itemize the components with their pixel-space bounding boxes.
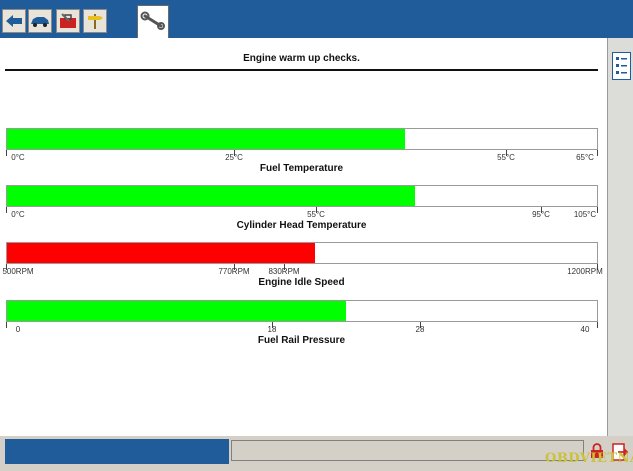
gauge-bar bbox=[6, 128, 598, 150]
gauge-tick bbox=[597, 207, 598, 213]
gauge-tick bbox=[6, 150, 7, 156]
gauge-tick bbox=[6, 207, 7, 213]
gauge-fill bbox=[7, 129, 406, 149]
gauge-label: Engine Idle Speed bbox=[258, 277, 345, 288]
right-strip bbox=[607, 38, 633, 436]
gauge-bar bbox=[6, 242, 598, 264]
gauge-tick-label: 770RPM bbox=[218, 267, 250, 276]
gauge-bar bbox=[6, 300, 598, 322]
gauge-tick bbox=[597, 322, 598, 328]
gauge-tick-label: 65°C bbox=[576, 153, 594, 162]
wrench-icon[interactable] bbox=[137, 5, 169, 38]
gauge-label: Cylinder Head Temperature bbox=[236, 220, 367, 231]
gauge-tick-label: 0 bbox=[15, 325, 21, 334]
gauge-tick-label: 830RPM bbox=[268, 267, 300, 276]
gauge-tick-label: 0°C bbox=[11, 153, 25, 162]
gauge-tick-label: 55°C bbox=[307, 210, 325, 219]
gauge-fill bbox=[7, 186, 416, 206]
page-title: Engine warm up checks. bbox=[243, 53, 360, 64]
gauge-tick bbox=[6, 322, 7, 328]
gauge-tick-label: 40 bbox=[580, 325, 590, 334]
toolbox-icon[interactable] bbox=[56, 9, 80, 33]
gauge-tick-label: 18 bbox=[267, 325, 277, 334]
signpost-icon[interactable] bbox=[83, 9, 107, 33]
title-divider bbox=[5, 69, 598, 71]
gauge-tick-label: 500RPM bbox=[2, 267, 34, 276]
gauge-tick-label: 0°C bbox=[11, 210, 25, 219]
gauge-tick-label: 25°C bbox=[225, 153, 243, 162]
status-box bbox=[231, 440, 584, 461]
gauge-label: Fuel Temperature bbox=[259, 163, 344, 174]
gauge-bar bbox=[6, 185, 598, 207]
list-icon[interactable] bbox=[612, 52, 631, 80]
gauge-tick bbox=[597, 150, 598, 156]
gauge-tick-label: 95°C bbox=[532, 210, 550, 219]
gauge-tick-label: 1200RPM bbox=[567, 267, 603, 276]
back-arrow-icon[interactable] bbox=[2, 9, 26, 33]
gauge-tick-label: 28 bbox=[415, 325, 425, 334]
gauge-fill bbox=[7, 301, 346, 321]
gauge-tick-label: 55°C bbox=[497, 153, 515, 162]
gauge-fill bbox=[7, 243, 315, 263]
watermark: OBDVIETNAM bbox=[545, 451, 633, 466]
bottom-blue-panel bbox=[5, 439, 229, 464]
gauge-tick-label: 105°C bbox=[573, 210, 597, 219]
gauge-label: Fuel Rail Pressure bbox=[257, 335, 346, 346]
car-icon[interactable] bbox=[28, 9, 52, 33]
main-panel bbox=[0, 38, 607, 436]
top-toolbar bbox=[0, 0, 633, 38]
